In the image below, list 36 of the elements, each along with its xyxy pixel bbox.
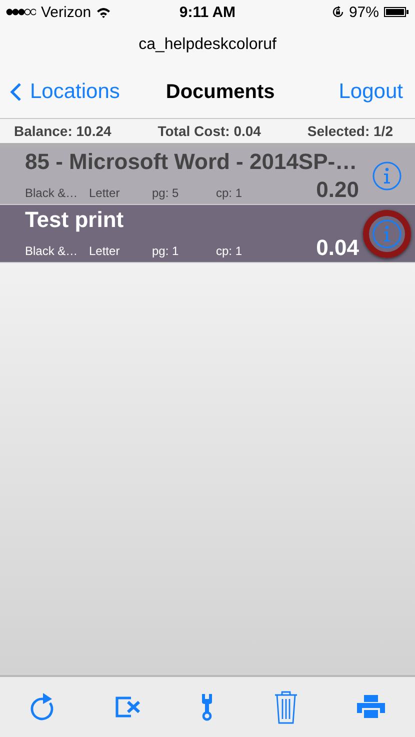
selected-count: Selected: 1/2 [307, 123, 393, 139]
logout-button[interactable]: Logout [338, 80, 403, 104]
copy-count: cp: 1 [216, 186, 244, 200]
color-mode: Black &… [25, 244, 79, 258]
battery-percent: 97% [348, 4, 379, 20]
copy-count: cp: 1 [216, 244, 244, 258]
clear-selection-icon[interactable] [115, 696, 142, 718]
info-button[interactable] [372, 218, 402, 248]
wifi-icon [96, 6, 112, 18]
wrench-icon[interactable] [200, 693, 214, 721]
total-cost-label: Total Cost: 0.04 [158, 123, 261, 139]
document-row[interactable]: Test print Black &… Letter pg: 1 cp: 1 0.04 [0, 205, 415, 263]
document-title: Test print [25, 206, 125, 232]
battery-icon [384, 7, 409, 17]
info-button[interactable] [372, 160, 402, 190]
nav-title: Documents [166, 80, 275, 104]
paper-size: Letter [89, 186, 121, 200]
document-title: 85 - Microsoft Word - 2014SP-… [25, 148, 358, 174]
color-mode: Black &… [25, 186, 79, 200]
rotation-lock-icon [332, 6, 344, 18]
page-count: pg: 5 [152, 186, 180, 200]
back-button[interactable]: Locations [10, 80, 120, 104]
carrier-name: Verizon [41, 4, 92, 20]
balance-label: Balance: 10.24 [14, 123, 112, 139]
signal-icon [6, 8, 36, 16]
trash-icon[interactable] [274, 690, 298, 724]
printer-icon[interactable] [357, 695, 386, 719]
refresh-icon[interactable] [30, 692, 56, 722]
chevron-left-icon [10, 82, 22, 102]
page-count: pg: 1 [152, 244, 180, 258]
document-cost: 0.04 [316, 234, 359, 260]
paper-size: Letter [89, 244, 121, 258]
document-cost: 0.20 [316, 176, 359, 202]
account-name: ca_helpdeskcoloruf [138, 36, 276, 54]
status-time: 9:11 AM [179, 4, 236, 20]
document-row[interactable]: 85 - Microsoft Word - 2014SP-… Black &… Letter pg: 5 cp: 1 0.20 [0, 147, 415, 205]
